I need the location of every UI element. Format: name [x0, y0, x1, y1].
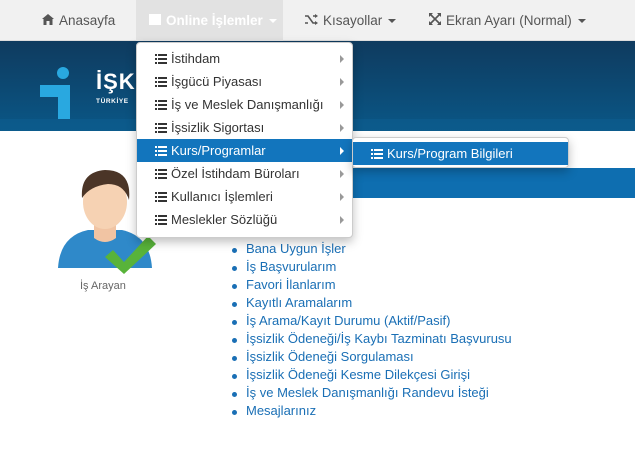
menu-item-kurs-programlar[interactable]: Kurs/Programlar	[137, 139, 352, 162]
menu-item-istihdam[interactable]: İstihdam	[137, 47, 352, 70]
list-icon	[155, 215, 167, 225]
menu-item-label: Kullanıcı İşlemleri	[171, 189, 273, 204]
list-item[interactable]: İşsizlik Ödeneği/İş Kaybı Tazminatı Başv…	[230, 330, 512, 348]
chevron-right-icon	[340, 78, 344, 86]
logo-text: İŞK	[96, 69, 136, 94]
list-icon	[155, 192, 167, 202]
menu-item-label: Özel İstihdam Büroları	[171, 166, 300, 181]
menu-item-meslekler-sozlugu[interactable]: Meslekler Sözlüğü	[137, 208, 352, 231]
chevron-down-icon	[268, 19, 277, 24]
kurs-programlar-submenu: Kurs/Program Bilgileri	[352, 137, 569, 168]
chevron-right-icon	[340, 101, 344, 109]
list-item[interactable]: İş Arama/Kayıt Durumu (Aktif/Pasif)	[230, 312, 512, 330]
menu-item-label: İşsizlik Sigortası	[171, 120, 265, 135]
list-icon	[155, 146, 167, 156]
chevron-right-icon	[340, 170, 344, 178]
nav-home[interactable]: Anasayfa	[42, 0, 115, 41]
menu-item-label: İşgücü Piyasası	[171, 74, 263, 89]
chevron-right-icon	[340, 216, 344, 224]
menu-item-label: Kurs/Programlar	[171, 143, 266, 158]
quick-links-list: Bana Uygun İşler İş Başvurularım Favori …	[230, 240, 512, 420]
menu-item-isgucu-piyasasi[interactable]: İşgücü Piyasası	[137, 70, 352, 93]
list-icon	[155, 169, 167, 179]
list-item[interactable]: İşsizlik Ödeneği Kesme Dilekçesi Girişi	[230, 366, 512, 384]
chevron-right-icon	[340, 193, 344, 201]
menu-item-label: İş ve Meslek Danışmanlığı	[171, 97, 324, 112]
list-item[interactable]: İşsizlik Ödeneği Sorgulaması	[230, 348, 512, 366]
home-icon	[42, 0, 54, 41]
chevron-down-icon	[577, 19, 586, 24]
list-icon	[371, 149, 383, 159]
online-islemler-dropdown: İstihdam İşgücü Piyasası İş ve Meslek Da…	[136, 42, 353, 238]
list-icon	[155, 123, 167, 133]
iskur-logo-icon	[40, 67, 70, 119]
nav-online-islemler[interactable]: Online İşlemler	[136, 0, 283, 41]
list-icon	[149, 0, 161, 41]
list-item[interactable]: Favori İlanlarım	[230, 276, 512, 294]
list-item[interactable]: Mesajlarınız	[230, 402, 512, 420]
chevron-right-icon	[340, 55, 344, 63]
menu-item-kurs-program-bilgileri[interactable]: Kurs/Program Bilgileri	[353, 142, 568, 165]
nav-online-label: Online İşlemler	[166, 13, 263, 28]
top-navbar: Anasayfa Online İşlemler Kısayollar Ekra…	[0, 0, 635, 41]
chevron-down-icon	[388, 19, 397, 24]
nav-kisayollar[interactable]: Kısayollar	[305, 0, 397, 41]
menu-item-is-ve-meslek[interactable]: İş ve Meslek Danışmanlığı	[137, 93, 352, 116]
list-item[interactable]: İş ve Meslek Danışmanlığı Randevu İsteği	[230, 384, 512, 402]
menu-item-kullanici-islemleri[interactable]: Kullanıcı İşlemleri	[137, 185, 352, 208]
menu-item-label: İstihdam	[171, 51, 221, 66]
logo-subtext: TÜRKİYE	[96, 98, 129, 105]
nav-kisayollar-label: Kısayollar	[323, 13, 383, 28]
nav-home-label: Anasayfa	[59, 13, 116, 28]
arrows-expand-icon	[429, 0, 441, 41]
chevron-right-icon	[340, 124, 344, 132]
list-item[interactable]: Bana Uygun İşler	[230, 240, 512, 258]
list-icon	[155, 77, 167, 87]
shuffle-icon	[305, 0, 318, 41]
nav-ekran-ayari[interactable]: Ekran Ayarı (Normal)	[429, 0, 586, 41]
list-item[interactable]: İş Başvurularım	[230, 258, 512, 276]
menu-item-label: Kurs/Program Bilgileri	[387, 146, 513, 161]
list-item[interactable]: Kayıtlı Aramalarım	[230, 294, 512, 312]
chevron-right-icon	[340, 147, 344, 155]
menu-item-issizlik-sigortasi[interactable]: İşsizlik Sigortası	[137, 116, 352, 139]
user-role-label: İş Arayan	[80, 280, 126, 292]
list-icon	[155, 100, 167, 110]
nav-ekran-label: Ekran Ayarı (Normal)	[446, 13, 572, 28]
menu-item-ozel-istihdam[interactable]: Özel İstihdam Büroları	[137, 162, 352, 185]
list-icon	[155, 54, 167, 64]
menu-item-label: Meslekler Sözlüğü	[171, 212, 278, 227]
